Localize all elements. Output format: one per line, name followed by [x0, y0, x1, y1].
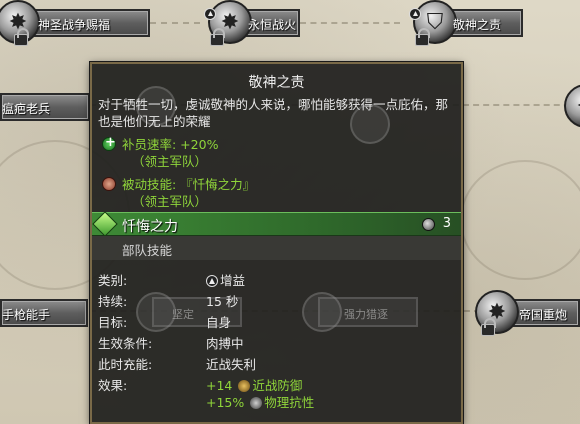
physical-resistance-icon — [250, 397, 263, 409]
ghost-node-icon — [302, 292, 342, 332]
lock-icon — [14, 28, 29, 46]
buff-icon — [409, 8, 421, 20]
effect-text: 补员速率: +20% — [122, 137, 219, 152]
fist-icon — [102, 177, 116, 191]
effect-value: +14 — [206, 378, 233, 393]
stat-key: 生效条件: — [98, 336, 153, 351]
stat-key: 持续: — [98, 294, 128, 309]
skill-node-plague-veteran[interactable]: 瘟疤老兵 — [0, 90, 90, 124]
stat-value-text: 增益 — [220, 273, 246, 288]
node-label: 帝国重炮 — [519, 308, 568, 322]
skill-node-eternal-war[interactable]: ✸ 永恒战火 — [200, 0, 300, 46]
lock-icon — [481, 318, 496, 336]
skill-node-duty-to-gods[interactable]: ⛉ 敬神之责 — [405, 0, 523, 46]
node-label: 敬神之责 — [453, 18, 502, 32]
effect-label: 物理抗性 — [264, 395, 315, 410]
cooldown-icon — [422, 218, 435, 231]
ghost-node-label: 坚定 — [172, 308, 194, 321]
lock-icon — [415, 28, 430, 46]
effect-scope-note: （领主军队） — [132, 154, 208, 169]
tooltip-title: 敬神之责 — [248, 75, 305, 91]
stat-value: 15 秒 — [206, 294, 239, 309]
skill-tooltip: 坚定 强力猎逐 敬神之责 对于牺牲一切，虔诚敬神的人来说，哪怕能够获得一点庇佑，… — [90, 62, 463, 424]
ghost-node-icon — [136, 292, 176, 332]
skill-type: 部队技能 — [122, 243, 173, 258]
plus-icon — [102, 135, 116, 151]
melee-defense-icon — [238, 380, 251, 392]
map-decoration — [460, 160, 580, 280]
node-label: 瘟疤老兵 — [2, 102, 51, 116]
skill-node-pistol-expert[interactable]: 手枪能手 — [0, 296, 88, 330]
node-label: 永恒战火 — [248, 18, 297, 32]
stat-key: 目标: — [98, 315, 128, 330]
buff-icon — [206, 275, 218, 287]
effect-value: +15% — [206, 395, 245, 410]
node-label: 手枪能手 — [2, 308, 51, 322]
cooldown-value: 3 — [442, 216, 451, 231]
stat-value: 近战失利 — [206, 357, 257, 372]
buff-icon — [204, 8, 216, 20]
stat-key: 类别: — [98, 273, 128, 288]
tooltip-description: 对于牺牲一切，虔诚敬神的人来说，哪怕能够获得一点庇佑，那也是他们无上的荣耀 — [98, 97, 449, 129]
stat-effect-line: +15% 物理抗性 — [206, 392, 314, 411]
skill-node-imperial-artillery[interactable]: ✸ 帝国重炮 — [475, 290, 580, 336]
lock-icon — [210, 28, 225, 46]
ghost-node-label: 强力猎逐 — [344, 308, 388, 321]
stat-value: 肉搏中 — [206, 336, 244, 351]
skill-name: 忏悔之力 — [122, 219, 178, 235]
connector-line — [150, 22, 200, 24]
star-burst-icon: ✸ — [564, 84, 580, 128]
stat-value: 自身 — [206, 315, 232, 330]
skill-node-holy-war-blessing[interactable]: ✸ 神圣战争赐福 — [0, 0, 150, 46]
stat-key: 效果: — [98, 378, 128, 393]
effect-label: 近战防御 — [252, 378, 303, 393]
connector-line — [300, 22, 400, 24]
stat-value: 增益 — [206, 270, 245, 289]
node-label: 神圣战争赐福 — [38, 18, 111, 32]
stat-key: 此时充能: — [98, 357, 153, 372]
effect-text: 被动技能: 『忏悔之力』 — [122, 177, 256, 192]
skill-node-offscreen[interactable]: ✸ — [560, 84, 580, 128]
effect-scope-note: （领主军队） — [132, 194, 208, 209]
